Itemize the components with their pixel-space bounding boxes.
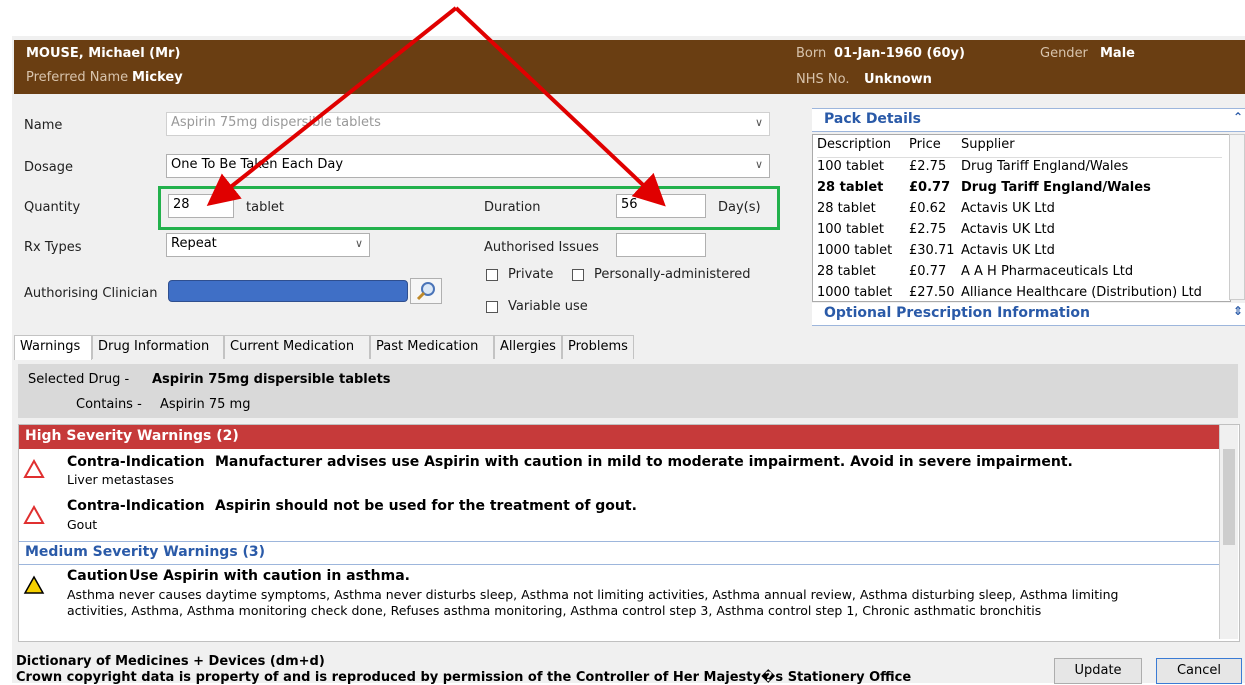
annotation-arrows [206,6,666,207]
